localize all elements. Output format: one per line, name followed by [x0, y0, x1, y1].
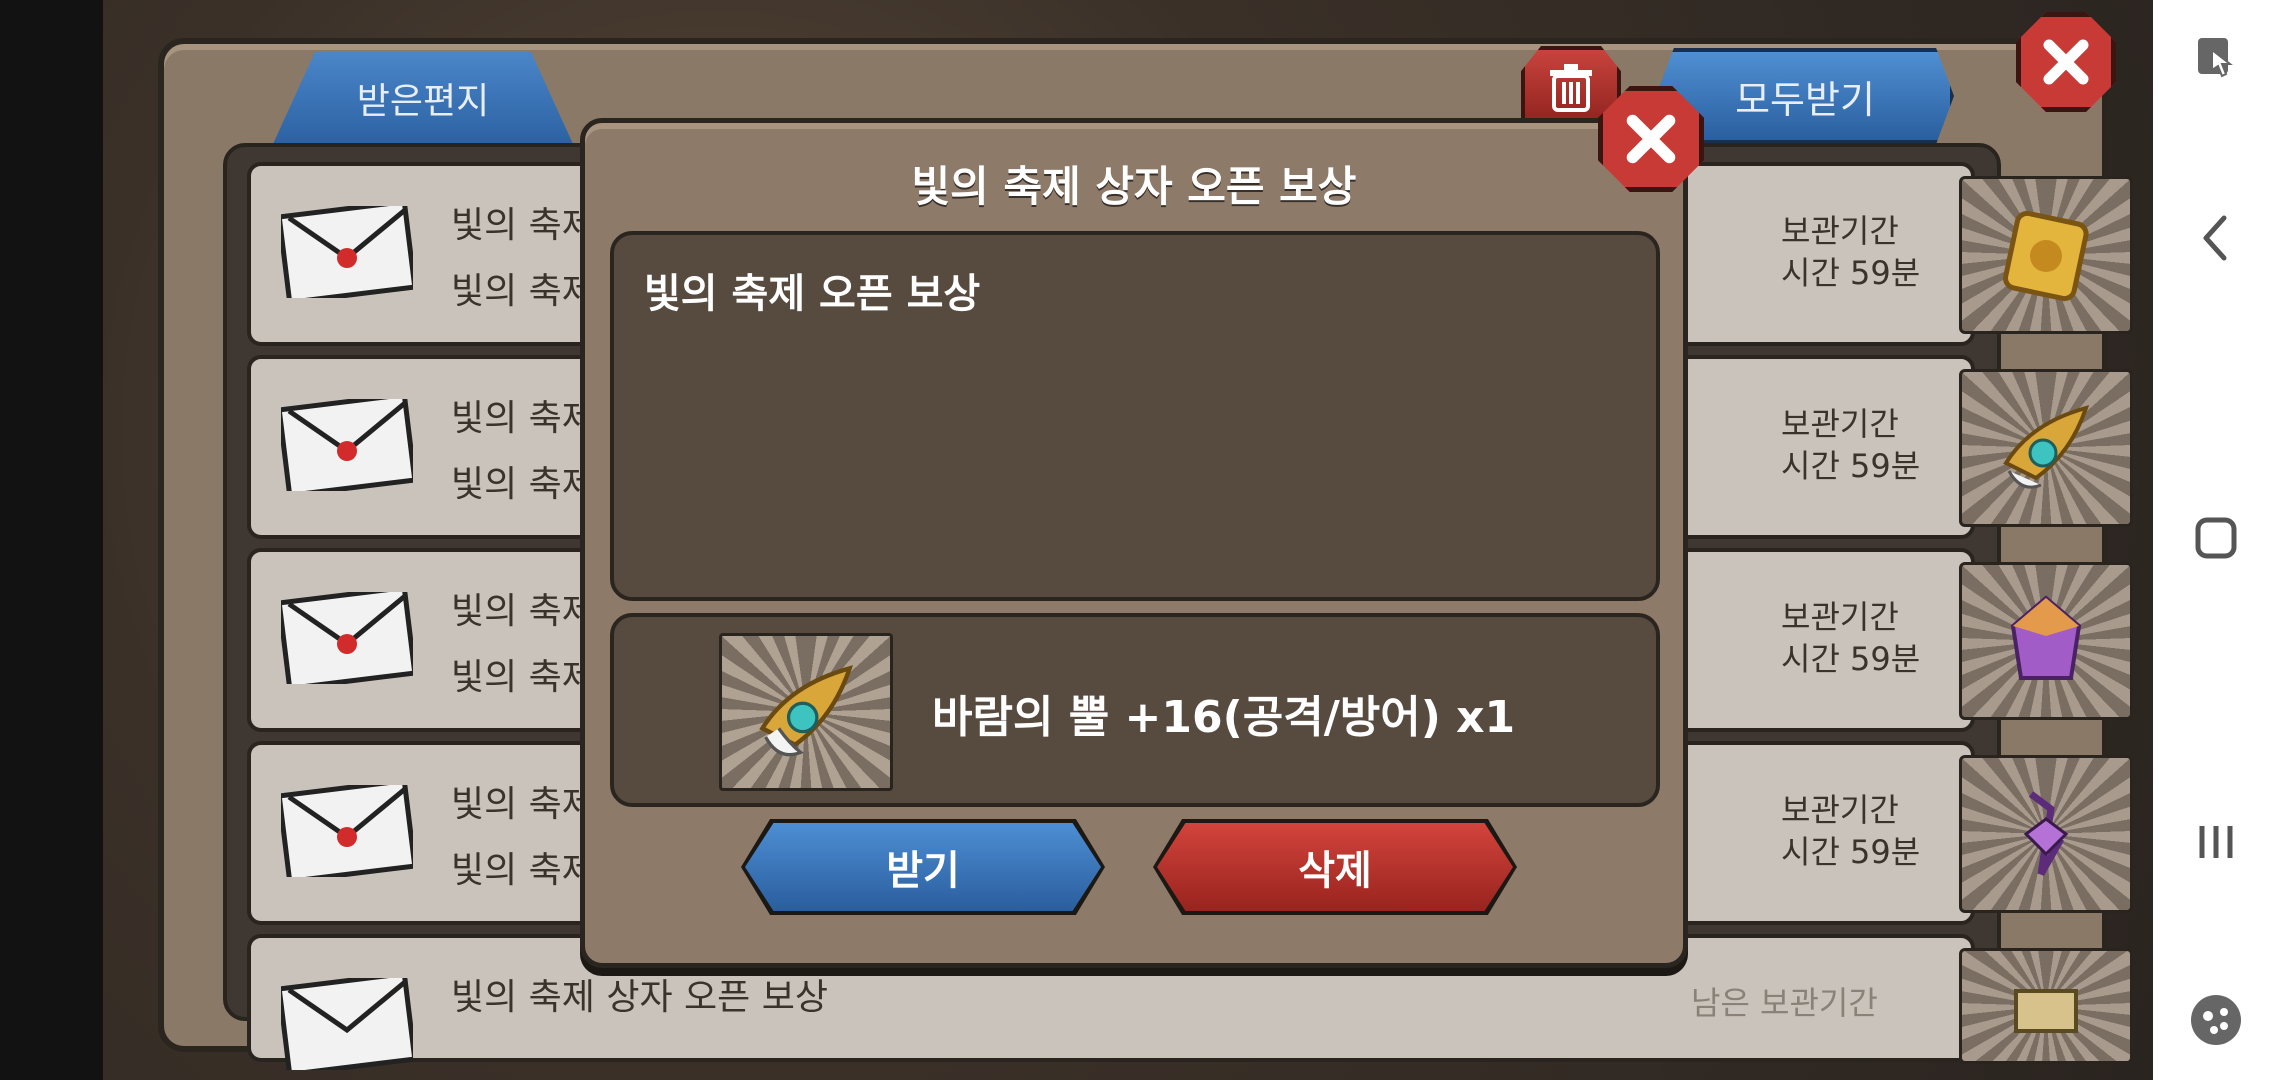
- tab-received-mail[interactable]: 받은편지: [273, 52, 573, 144]
- envelope-icon: [281, 592, 413, 684]
- system-nav-bar: [2153, 0, 2280, 1080]
- expiry-time: 시간 59분: [1781, 254, 1921, 292]
- message-text: 빛의 축제 오픈 보상: [644, 271, 981, 317]
- envelope-icon: [281, 785, 413, 877]
- expiry-time: 시간 59분: [1781, 833, 1921, 871]
- screenshot-touch-icon[interactable]: [2178, 20, 2254, 96]
- expiry-label: 남은 보관기간: [1691, 984, 1878, 1022]
- reward-dialog: 빛의 축제 상자 오픈 보상 빛의 축제 오픈 보상 바람의 뿔 +16(공격/…: [580, 118, 1688, 968]
- letterbox-left: [0, 0, 103, 1080]
- close-icon: [1626, 114, 1676, 164]
- trash-icon: [1550, 64, 1592, 112]
- expiry-time: 시간 59분: [1781, 640, 1921, 678]
- mail-title: 빛의 축제: [451, 398, 595, 439]
- delete-button-label: 삭제: [1298, 848, 1372, 894]
- dialog-title: 빛의 축제 상자 오픈 보상: [911, 162, 1357, 211]
- dialog-close-button[interactable]: [1598, 86, 1704, 192]
- expiry-label: 보관기간: [1781, 791, 1899, 829]
- home-icon[interactable]: [2178, 500, 2254, 576]
- purple-amulet-icon[interactable]: [1959, 755, 2133, 913]
- mail-subtitle: 빛의 축제: [451, 271, 595, 312]
- mail-subtitle: 빛의 축제: [451, 464, 595, 505]
- envelope-icon: [281, 978, 413, 1070]
- message-box: 빛의 축제 오픈 보상: [610, 231, 1660, 601]
- close-icon: [2043, 39, 2089, 85]
- delete-button[interactable]: 삭제: [1157, 823, 1513, 911]
- receive-all-label: 모두받기: [1735, 77, 1875, 122]
- envelope-icon: [281, 206, 413, 298]
- purple-crystal-icon[interactable]: [1959, 562, 2133, 720]
- expiry-label: 보관기간: [1781, 598, 1899, 636]
- reward-box: 바람의 뿔 +16(공격/방어) x1: [610, 613, 1660, 807]
- mail-title: 빛의 축제 상자 오픈 보상: [451, 977, 828, 1018]
- mail-title: 빛의 축제: [451, 591, 595, 632]
- wind-horn-icon[interactable]: [719, 633, 893, 791]
- tab-received-label: 받은편지: [356, 81, 490, 122]
- mail-title: 빛의 축제: [451, 205, 595, 246]
- back-icon[interactable]: [2178, 200, 2254, 276]
- game-tools-icon[interactable]: [2178, 982, 2254, 1058]
- golden-tablet-icon[interactable]: [1959, 176, 2133, 334]
- recent-apps-icon[interactable]: [2178, 804, 2254, 880]
- mailbox-close-button[interactable]: [2016, 12, 2116, 112]
- scroll-icon[interactable]: [1959, 948, 2133, 1064]
- expiry-label: 보관기간: [1781, 405, 1899, 443]
- reward-text: 바람의 뿔 +16(공격/방어) x1: [932, 692, 1516, 743]
- expiry-label: 보관기간: [1781, 212, 1899, 250]
- receive-button-label: 받기: [886, 848, 960, 894]
- expiry-time: 시간 59분: [1781, 447, 1921, 485]
- wind-horn-icon[interactable]: [1959, 369, 2133, 527]
- mail-subtitle: 빛의 축제: [451, 850, 595, 891]
- envelope-icon: [281, 399, 413, 491]
- mail-subtitle: 빛의 축제: [451, 657, 595, 698]
- mail-title: 빛의 축제: [451, 784, 595, 825]
- receive-button[interactable]: 받기: [745, 823, 1101, 911]
